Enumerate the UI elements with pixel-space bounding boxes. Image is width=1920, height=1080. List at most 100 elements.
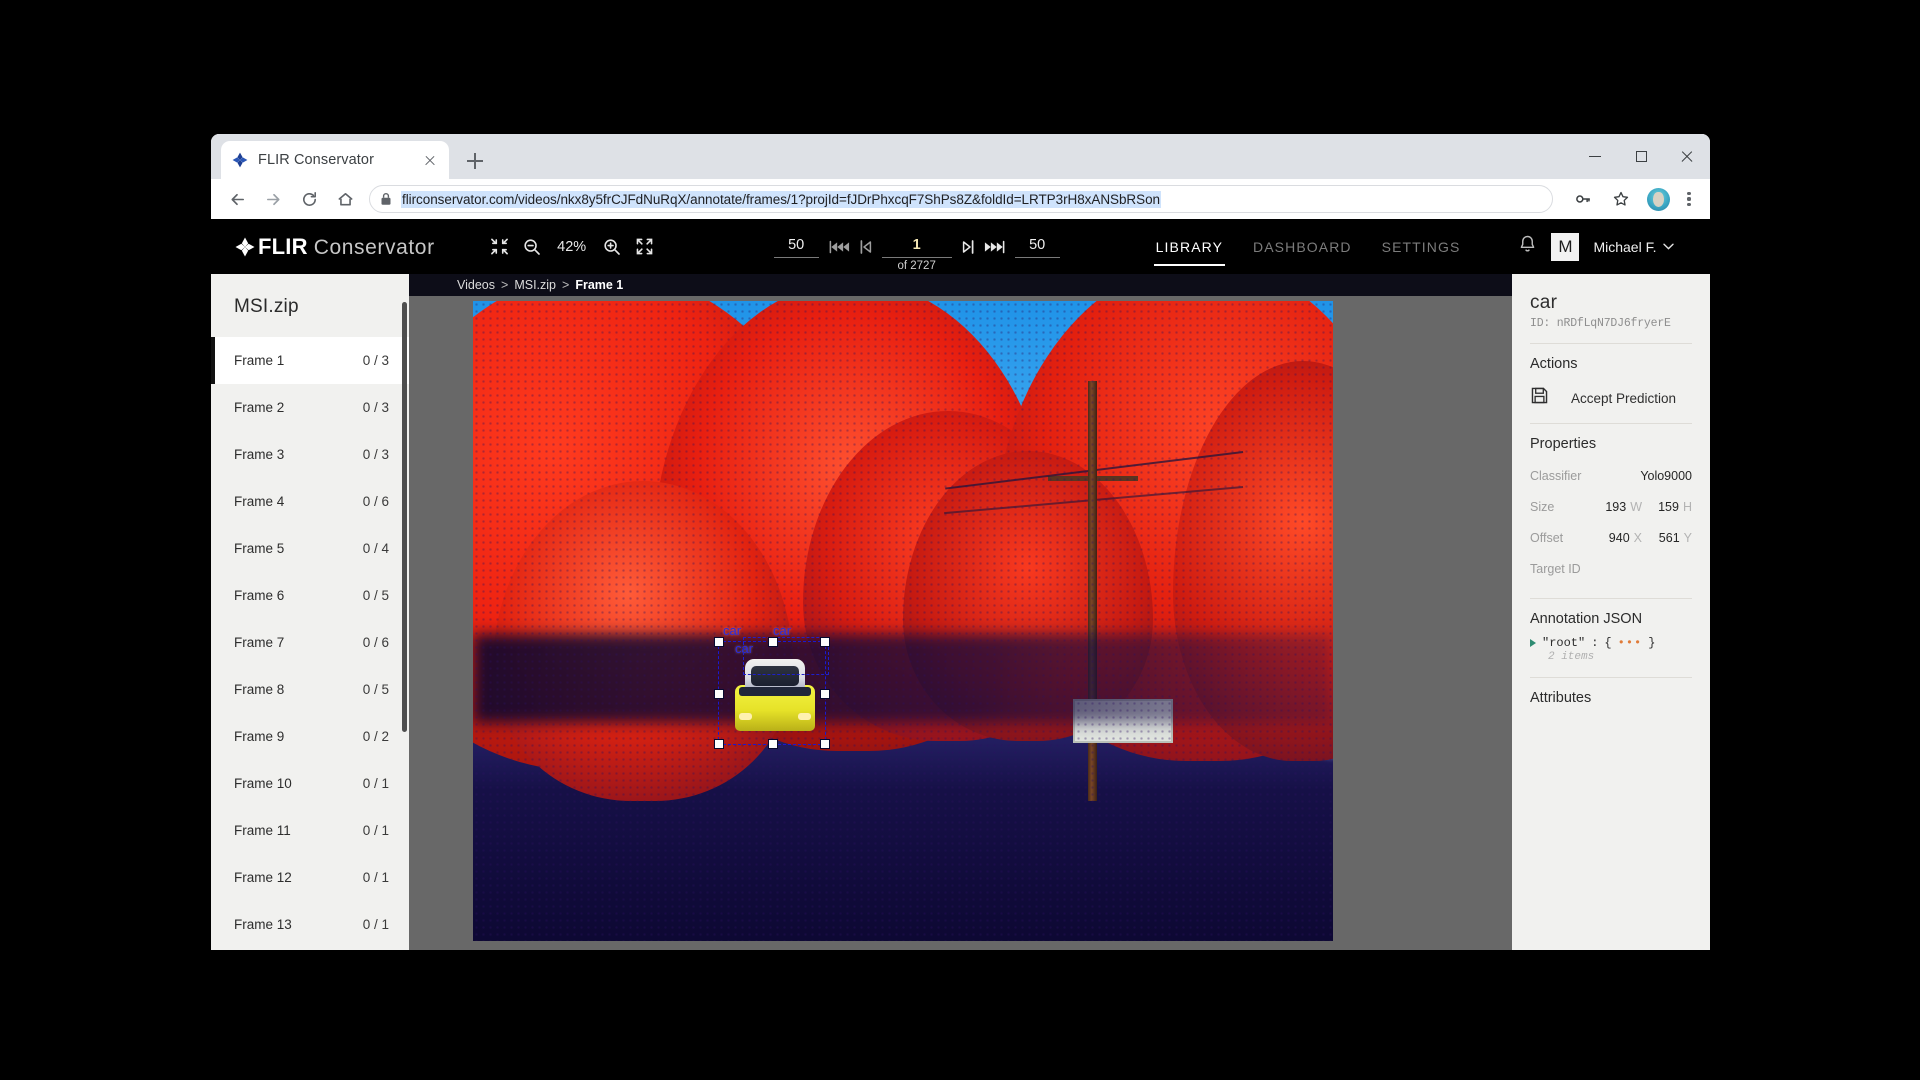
resize-handle-top-left[interactable] (714, 637, 724, 647)
divider (1530, 677, 1692, 678)
json-open-brace: { (1604, 636, 1612, 650)
offset-x-unit: X (1633, 531, 1642, 545)
sidebar-item-frame-9[interactable]: Frame 9 0 / 2 (211, 713, 409, 760)
sidebar-item-frame-4[interactable]: Frame 4 0 / 6 (211, 478, 409, 525)
nav-tab-library[interactable]: LIBRARY (1153, 219, 1226, 274)
nav-tab-settings[interactable]: SETTINGS (1382, 219, 1461, 274)
frame-label: Frame 6 (234, 588, 285, 603)
resize-handle-bottom-center[interactable] (768, 739, 778, 749)
accept-prediction-button[interactable]: Accept Prediction (1530, 386, 1692, 410)
breadcrumb-current: Frame 1 (575, 278, 624, 292)
new-tab-button[interactable] (461, 147, 489, 175)
offset-x-value[interactable]: 940 (1609, 531, 1630, 545)
fullscreen-icon[interactable] (635, 237, 654, 256)
address-bar-url: flirconservator.com/videos/nkx8y5frCJFdN… (401, 190, 1162, 208)
breadcrumb-videos[interactable]: Videos (457, 278, 495, 292)
app-logo: FLIR Conservator (235, 234, 435, 260)
sidebar-item-frame-12[interactable]: Frame 12 0 / 1 (211, 854, 409, 901)
back-arrow-icon[interactable] (222, 184, 252, 214)
skip-forward-fast-icon[interactable] (984, 239, 1006, 255)
size-height-unit: H (1682, 500, 1692, 514)
property-size: Size 193 W 159 H (1530, 500, 1692, 514)
sidebar-item-frame-11[interactable]: Frame 11 0 / 1 (211, 807, 409, 854)
properties-heading: Properties (1530, 436, 1597, 452)
frame-count: 0 / 4 (362, 541, 389, 556)
notification-bell-icon[interactable] (1518, 234, 1537, 259)
infrared-frame-image[interactable]: car car car (473, 301, 1333, 941)
frame-label: Frame 3 (234, 447, 285, 462)
image-canvas[interactable]: car car car (409, 296, 1512, 950)
json-item-count: 2 items (1548, 651, 1595, 663)
expand-triangle-icon[interactable] (1530, 639, 1536, 647)
sidebar-item-frame-1[interactable]: Frame 1 0 / 3 (211, 337, 409, 384)
breadcrumb-folder[interactable]: MSI.zip (514, 278, 556, 292)
sidebar-scrollbar[interactable] (402, 302, 407, 732)
frame-count: 0 / 5 (362, 588, 389, 603)
sidebar-item-frame-8[interactable]: Frame 8 0 / 5 (211, 666, 409, 713)
skip-back-fast-icon[interactable] (828, 239, 850, 255)
annotation-box-selected[interactable] (714, 637, 830, 749)
divider (1530, 343, 1692, 344)
frame-count: 0 / 1 (362, 917, 389, 932)
window-minimize-button[interactable] (1572, 134, 1618, 179)
step-back-amount-value: 50 (788, 236, 805, 253)
omnibox-actions (1565, 184, 1702, 214)
tab-close-icon[interactable] (421, 151, 439, 169)
sidebar-item-frame-5[interactable]: Frame 5 0 / 4 (211, 525, 409, 572)
frame-label: Frame 2 (234, 400, 285, 415)
app-body: MSI.zip Frame 1 0 / 3 Frame 2 0 / 3 Fram… (211, 274, 1710, 950)
sidebar-item-frame-10[interactable]: Frame 10 0 / 1 (211, 760, 409, 807)
frame-count: 0 / 2 (362, 729, 389, 744)
window-close-button[interactable] (1664, 134, 1710, 179)
forward-arrow-icon[interactable] (258, 184, 288, 214)
fit-to-screen-icon[interactable] (490, 237, 509, 256)
size-height-value[interactable]: 159 (1658, 500, 1679, 514)
step-forward-icon[interactable] (961, 239, 975, 255)
window-maximize-button[interactable] (1618, 134, 1664, 179)
address-bar[interactable]: flirconservator.com/videos/nkx8y5frCJFdN… (369, 185, 1553, 213)
sidebar-item-frame-3[interactable]: Frame 3 0 / 3 (211, 431, 409, 478)
offset-y-value[interactable]: 561 (1659, 531, 1680, 545)
resize-handle-bottom-left[interactable] (714, 739, 724, 749)
home-icon[interactable] (330, 184, 360, 214)
property-offset: Offset 940 X 561 Y (1530, 531, 1692, 545)
resize-handle-top-center[interactable] (768, 637, 778, 647)
sidebar-item-frame-2[interactable]: Frame 2 0 / 3 (211, 384, 409, 431)
reload-icon[interactable] (294, 184, 324, 214)
three-dot-menu-icon[interactable] (1676, 184, 1702, 214)
current-frame-input[interactable]: 1 of 2727 (881, 236, 952, 272)
classifier-value: Yolo9000 (1640, 469, 1692, 483)
user-menu[interactable]: Michael F. (1593, 239, 1675, 255)
resize-handle-top-right[interactable] (820, 637, 830, 647)
inspector-id: ID: nRDfLqN7DJ6fryerE (1530, 317, 1671, 330)
resize-handle-bottom-right[interactable] (820, 739, 830, 749)
json-root-row[interactable]: "root" : { ••• } (1530, 636, 1692, 650)
step-back-amount-input[interactable]: 50 (773, 236, 819, 258)
accept-prediction-label: Accept Prediction (1571, 390, 1677, 406)
avatar[interactable]: M (1551, 232, 1580, 261)
resize-handle-middle-left[interactable] (714, 689, 724, 699)
zoom-in-icon[interactable] (602, 237, 622, 257)
frames-sidebar: MSI.zip Frame 1 0 / 3 Frame 2 0 / 3 Fram… (211, 274, 409, 950)
frame-count: 0 / 1 (362, 823, 389, 838)
resize-handle-middle-right[interactable] (820, 689, 830, 699)
sidebar-item-frame-6[interactable]: Frame 6 0 / 5 (211, 572, 409, 619)
key-icon[interactable] (1568, 184, 1598, 214)
chevron-down-icon (1663, 243, 1675, 250)
profile-avatar-icon[interactable] (1647, 187, 1670, 211)
star-icon[interactable] (1606, 184, 1636, 214)
step-back-icon[interactable] (859, 239, 873, 255)
sidebar-item-frame-7[interactable]: Frame 7 0 / 6 (211, 619, 409, 666)
json-colon: : (1591, 636, 1599, 650)
step-forward-amount-input[interactable]: 50 (1014, 236, 1060, 258)
property-target-id: Target ID (1530, 562, 1692, 576)
inspector-title: car (1530, 292, 1558, 313)
sidebar-item-frame-13[interactable]: Frame 13 0 / 1 (211, 901, 409, 948)
json-ellipsis: ••• (1617, 636, 1643, 650)
browser-tab[interactable]: FLIR Conservator (221, 141, 449, 179)
nav-tab-dashboard[interactable]: DASHBOARD (1253, 219, 1352, 274)
frame-label: Frame 8 (234, 682, 285, 697)
zoom-out-icon[interactable] (522, 237, 542, 257)
annotation-json-heading: Annotation JSON (1530, 611, 1643, 627)
size-width-value[interactable]: 193 (1605, 500, 1626, 514)
